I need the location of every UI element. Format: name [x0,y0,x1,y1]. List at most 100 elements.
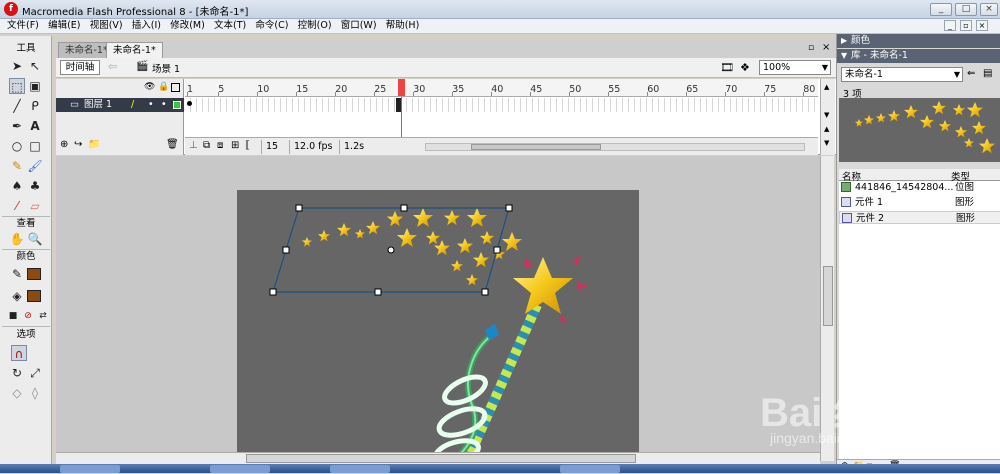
timeline-hscrollbar[interactable] [425,143,805,151]
stage[interactable] [237,190,639,461]
text-tool-icon[interactable]: A [27,118,43,134]
frame-ruler[interactable]: 1510152025303540455055606570758085909510… [185,79,818,97]
color-panel-header[interactable]: ▶ 颜色 [837,34,1000,48]
zoom-tool-icon[interactable]: 🔍 [27,231,43,247]
layer-outline-color[interactable] [173,101,181,109]
tab-document-2[interactable]: 未命名-1* [106,42,163,58]
tab-close-icon[interactable]: × [822,42,830,53]
taskbar-item[interactable] [330,465,390,473]
library-item[interactable]: 441846_14542804... 位图 [839,181,1000,194]
delete-layer-icon[interactable]: 🗑 [166,139,179,150]
scroll-up-icon-2[interactable]: ▲ [824,125,829,133]
stage-artwork[interactable] [237,190,639,461]
outline-icon[interactable] [171,83,180,92]
fill-color-swatch[interactable] [27,290,41,302]
tab-restore-icon[interactable]: ▫ [808,43,814,53]
scroll-down-icon[interactable]: ▼ [824,111,829,119]
doc-close-button[interactable]: × [976,20,988,31]
doc-minimize-button[interactable]: _ [944,20,956,31]
playhead[interactable] [398,79,405,96]
paint-bucket-tool-icon[interactable]: ♣ [27,178,43,194]
distort-icon[interactable]: ◇ [9,385,25,401]
ink-bottle-tool-icon[interactable]: ♠ [9,178,25,194]
center-frame-icon[interactable]: ⊥ [189,140,198,151]
taskbar-item[interactable] [560,465,620,473]
stage-hscrollbar[interactable] [56,452,820,464]
pencil-tool-icon[interactable]: ✎ [9,158,25,174]
no-color-icon[interactable]: ⊘ [20,308,36,324]
menu-file[interactable]: 文件(F) [4,19,42,33]
menu-edit[interactable]: 编辑(E) [45,19,83,33]
rotate-skew-icon[interactable]: ↻ [9,365,25,381]
swap-colors-icon[interactable]: ⇄ [35,308,51,324]
scroll-down-icon-2[interactable]: ▼ [824,139,829,147]
back-arrow-icon[interactable]: ⇦ [108,60,117,73]
subselection-tool-icon[interactable]: ↖ [27,58,43,74]
selection-tool-icon[interactable]: ➤ [9,58,25,74]
library-item[interactable]: 元件 1 图形 [839,196,1000,209]
menu-insert[interactable]: 插入(I) [129,19,164,33]
zoom-select[interactable]: 100% ▼ [759,60,831,75]
lasso-tool-icon[interactable]: ᑭ [27,98,43,114]
library-item-selected[interactable]: 元件 2 图形 [839,211,1000,224]
library-panel-header[interactable]: ▼ 库 - 未命名-1 [837,49,1000,63]
menu-control[interactable]: 控制(O) [295,19,335,33]
taskbar-item[interactable] [210,465,270,473]
stroke-color-icon[interactable]: ✎ [9,266,25,282]
fill-color-icon[interactable]: ◈ [9,288,25,304]
free-transform-tool-icon[interactable]: ⬚ [9,78,25,94]
scale-icon[interactable]: ⤢ [27,365,43,381]
add-layer-icon[interactable]: ⊕ [60,139,68,150]
menu-text[interactable]: 文本(T) [211,19,249,33]
eyedropper-tool-icon[interactable]: ⁄ [9,198,25,214]
library-document-select[interactable]: 未命名-1 ▼ [841,67,963,82]
minimize-button[interactable]: _ [930,3,952,16]
eraser-tool-icon[interactable]: ▱ [27,198,43,214]
layer-visible-dot[interactable]: • [148,98,154,112]
stroke-color-swatch[interactable] [27,268,41,280]
rectangle-tool-icon[interactable]: □ [27,138,43,154]
edit-symbols-icon[interactable]: ❖ [740,61,750,74]
scene-label[interactable]: 场景 1 [152,61,180,75]
work-area[interactable] [56,156,820,461]
stage-vscroll-thumb[interactable] [823,266,833,326]
timeline-toggle-button[interactable]: 时间轴 [60,60,100,75]
envelope-icon[interactable]: ◊ [27,385,43,401]
brush-tool-icon[interactable]: 🖌 [27,158,43,174]
add-guide-layer-icon[interactable]: ↪ [74,139,82,150]
pen-tool-icon[interactable]: ✒ [9,118,25,134]
oval-tool-icon[interactable]: ○ [9,138,25,154]
maximize-button[interactable]: □ [955,3,977,16]
edit-multiple-icon[interactable]: ⊞ [231,140,239,151]
edit-scene-icon[interactable]: 🎞 [720,61,734,74]
taskbar-item[interactable] [60,465,120,473]
pin-library-icon[interactable]: ⇐ [967,68,975,79]
onion-outline-icon[interactable]: ⧈ [217,140,223,151]
menu-modify[interactable]: 修改(M) [167,19,208,33]
menu-help[interactable]: 帮助(H) [383,19,423,33]
snap-magnet-icon[interactable]: ∩ [11,345,27,361]
lock-icon[interactable]: 🔒 [158,82,169,92]
layer-lock-dot[interactable]: • [161,98,167,112]
frame-track[interactable] [185,98,818,112]
stage-hscroll-thumb[interactable] [246,454,636,463]
black-white-icon[interactable]: ■ [5,308,21,324]
scroll-up-icon[interactable]: ▲ [824,83,829,91]
doc-restore-button[interactable]: ▫ [960,20,972,31]
line-tool-icon[interactable]: ╱ [9,98,25,114]
add-folder-icon[interactable]: 📁 [88,139,100,150]
frame-rate[interactable]: 12.0 fps [289,140,337,154]
gradient-transform-tool-icon[interactable]: ▣ [27,78,43,94]
menu-view[interactable]: 视图(V) [87,19,126,33]
keyframe-start[interactable] [187,101,192,106]
menu-commands[interactable]: 命令(C) [252,19,291,33]
hand-tool-icon[interactable]: ✋ [9,231,25,247]
timeline-vscrollbar[interactable]: ▲ ▼ ▲ ▼ [820,79,835,155]
close-button[interactable]: × [980,3,998,16]
eye-icon[interactable]: 👁 [144,82,155,92]
onion-skin-icon[interactable]: ⧉ [203,140,210,151]
menu-window[interactable]: 窗口(W) [338,19,380,33]
timeline-hscroll-thumb[interactable] [471,144,601,150]
layer-row[interactable]: ▭ 图层 1 / • • [56,98,184,112]
new-library-panel-icon[interactable]: ▤ [983,68,992,79]
